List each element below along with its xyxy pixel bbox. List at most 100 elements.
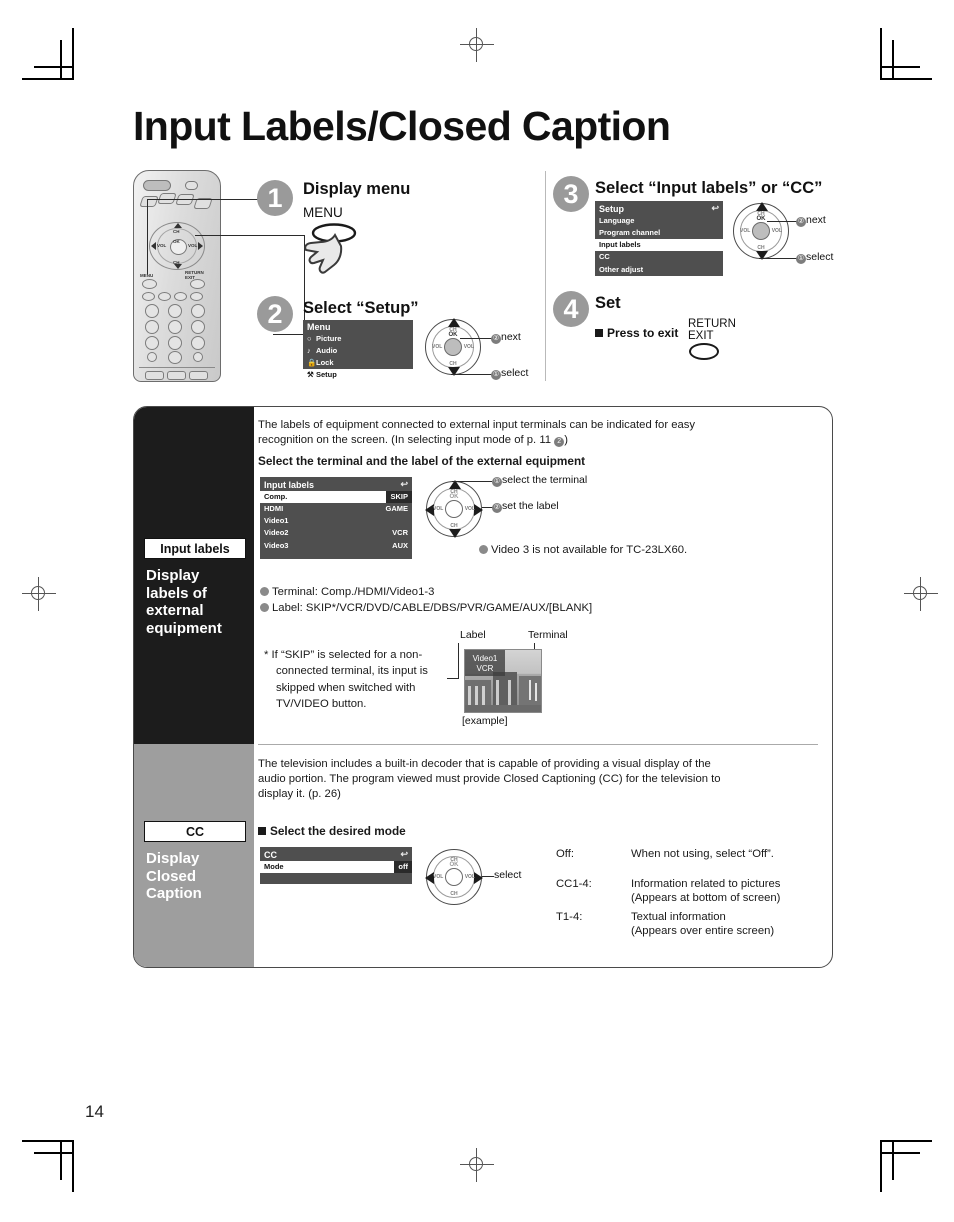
example-label-caption: Label — [460, 629, 486, 641]
leader-example-label-v — [458, 643, 460, 653]
circled-2-icon: 2 — [554, 437, 565, 447]
pad-ch-up-label: CH — [757, 211, 765, 217]
cc-mode-t14-name: T1-4: — [556, 911, 583, 923]
osd-row-label: Comp. — [264, 492, 288, 501]
remote-cursor-pad: OK CH CH VOL VOL — [149, 222, 205, 270]
osd-row-label: Picture — [316, 334, 342, 343]
square-bullet-icon — [595, 329, 603, 337]
step-3-callout-select: ① select — [796, 251, 834, 264]
setup-wrench-icon: ⚒ — [307, 370, 314, 380]
cc-mode-cc14-name: CC1-4: — [556, 878, 592, 890]
step-3-title: Select “Input labels” or “CC” — [595, 179, 823, 197]
square-bullet-icon — [258, 827, 266, 835]
bullet-label: Label: SKIP*/VCR/DVD/CABLE/DBS/PVR/GAME/… — [260, 601, 592, 616]
osd-row-hdmi[interactable]: HDMI GAME — [260, 503, 412, 515]
osd-row-video2[interactable]: Video2 VCR — [260, 527, 412, 539]
osd-row-comp[interactable]: Comp. SKIP — [260, 491, 412, 504]
cc-intro-line3: display it. (p. 26) — [258, 788, 341, 800]
circled-2-icon: ② — [491, 334, 501, 344]
intro-text-a: recognition on the screen. (In selecting… — [258, 434, 555, 446]
bullet-terminal: Terminal: Comp./HDMI/Video1-3 — [260, 585, 434, 600]
example-terminal-caption: Terminal — [528, 629, 568, 641]
osd-row-label: Video3 — [264, 540, 289, 550]
osd-row-value: off — [394, 861, 412, 874]
pad-vol-left-label: VOL — [433, 506, 444, 512]
osd-row-lock[interactable]: 🔒Lock — [303, 357, 413, 369]
registration-mark-top — [460, 28, 494, 62]
pad-ch-up-label: CH — [449, 327, 457, 333]
osd-row-value: GAME — [385, 504, 409, 514]
leader-line-pad-h2 — [273, 334, 305, 336]
step-1-title: Display menu — [303, 180, 411, 198]
osd-row-label: Mode — [264, 862, 284, 871]
circled-2-icon: ② — [492, 503, 502, 513]
osd-setup-header: Setup — [599, 203, 625, 214]
cursor-pad-step-2: OK CH CH VOL VOL — [425, 318, 481, 376]
cc-intro-line1: The television includes a built-in decod… — [258, 758, 711, 770]
cc-mode-off-desc: When not using, select “Off”. — [631, 848, 774, 860]
osd-menu-setup: Setup ↩ Language Program channel Input l… — [595, 201, 723, 276]
osd-row-video3[interactable]: Video3 AUX — [260, 540, 412, 552]
callout-set-label: ② set the label — [492, 500, 559, 513]
leader-line-pad — [195, 235, 305, 237]
input-labels-tag: Input labels — [144, 538, 246, 559]
input-labels-subhead: Select the terminal and the label of the… — [258, 454, 586, 468]
round-bullet-icon — [260, 587, 269, 596]
circled-1-icon: ① — [796, 254, 806, 264]
pad-vol-left-label: VOL — [432, 344, 443, 350]
osd-row-program-channel[interactable]: Program channel — [595, 227, 723, 239]
leader-example-label-v2 — [458, 653, 460, 679]
osd-row-label: Audio — [316, 346, 338, 356]
step-3-callout-next: ② next — [796, 214, 826, 227]
osd-row-language[interactable]: Language — [595, 215, 723, 227]
osd-row-label: Lock — [316, 358, 334, 368]
osd-row-other-adjust[interactable]: Other adjust — [595, 264, 723, 276]
example-caption: [example] — [462, 715, 508, 727]
round-bullet-icon — [479, 545, 488, 554]
osd-menu-cc: CC ↩ Mode off — [260, 847, 412, 885]
crop-mark-bottom-right — [872, 1132, 932, 1192]
step-2-number: 2 — [257, 296, 293, 332]
step-1-number: 1 — [257, 180, 293, 216]
pad-vol-right-label: VOL — [464, 874, 475, 880]
skip-footnote: * If “SKIP” is selected for a non-connec… — [264, 649, 428, 711]
page-number: 14 — [85, 1102, 104, 1121]
pad-ch-down-label: CH — [449, 361, 457, 367]
leader-step3-select — [759, 258, 797, 260]
osd-row-input-labels[interactable]: Input labels — [595, 239, 723, 252]
page-title: Input Labels/Closed Caption — [133, 103, 671, 149]
pad-ch-down-label: CH — [450, 523, 458, 529]
crop-mark-top-right — [872, 28, 932, 88]
pad-vol-right-label: VOL — [464, 506, 475, 512]
osd-back-arrow-icon: ↩ — [711, 203, 719, 213]
circled-2-icon: ② — [796, 217, 806, 227]
leader-select-terminal — [452, 481, 492, 483]
osd-row-picture[interactable]: ○ Picture — [303, 333, 413, 345]
step-2-callout-next: ② next — [491, 331, 521, 344]
pad-ch-up-label: CH — [450, 857, 458, 863]
step-2-callout-select: ① select — [491, 367, 529, 380]
osd-row-value: VCR — [392, 528, 408, 538]
step-4-number: 4 — [553, 291, 589, 327]
cc-heading: Display Closed Caption — [146, 850, 202, 903]
osd-row-video1[interactable]: Video1 — [260, 515, 412, 527]
remote-power-button — [143, 180, 171, 191]
osd-row-setup[interactable]: ⚒ Setup — [303, 369, 413, 382]
cc-mode-t14-desc2: (Appears over entire screen) — [631, 925, 775, 937]
pad-vol-left-label: VOL — [433, 874, 444, 880]
input-labels-heading: Display labels of external equipment — [146, 567, 222, 638]
crop-mark-bottom-left — [22, 1132, 82, 1192]
osd-menu-setup-select: Menu ○ Picture ♪ Audio 🔒Lock ⚒ Setup — [303, 320, 413, 382]
osd-row-mode[interactable]: Mode off — [260, 861, 412, 874]
leader-line-menu-v — [147, 199, 149, 274]
registration-mark-bottom — [460, 1148, 494, 1182]
registration-mark-right — [904, 577, 938, 611]
pad-vol-left-label: VOL — [740, 228, 751, 234]
step-4-exit-note: Press to exit — [595, 326, 678, 340]
osd-row-audio[interactable]: ♪ Audio — [303, 345, 413, 357]
osd-back-arrow-icon: ↩ — [400, 849, 408, 859]
osd-row-cc[interactable]: CC — [595, 251, 723, 263]
cc-callout-select: select — [494, 869, 522, 881]
registration-mark-left — [22, 577, 56, 611]
content-panel: Input labels Display labels of external … — [133, 406, 833, 968]
